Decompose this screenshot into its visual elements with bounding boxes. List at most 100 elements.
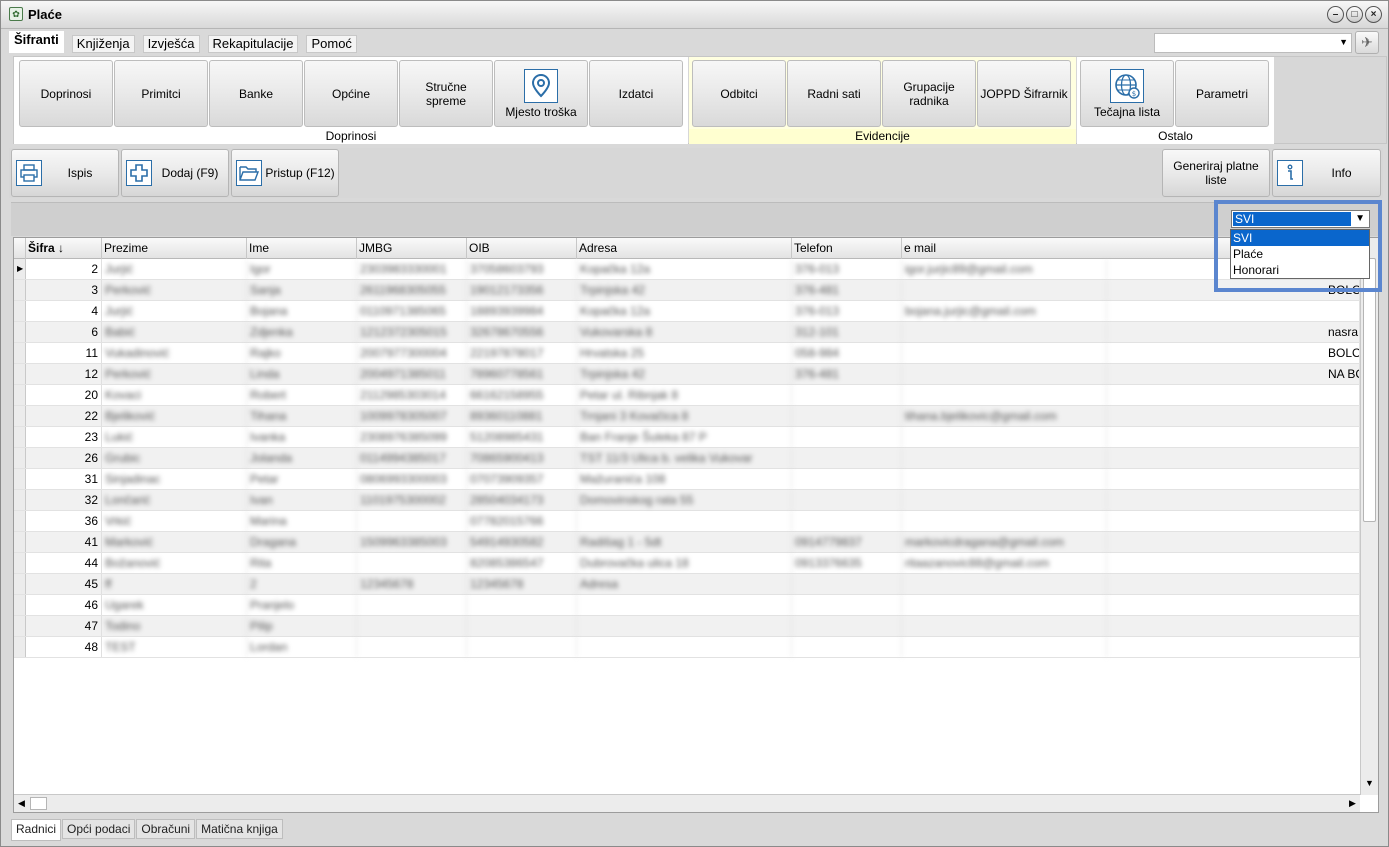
cell-telefon[interactable]: 312-101 (792, 322, 902, 342)
cell-telefon[interactable] (792, 427, 902, 447)
cell-email[interactable] (902, 574, 1107, 594)
row-indicator[interactable] (14, 385, 26, 405)
cell-telefon[interactable]: 376-481 (792, 280, 902, 300)
row-indicator[interactable] (14, 595, 26, 615)
row-indicator[interactable] (14, 280, 26, 300)
cell-telefon[interactable]: 376-013 (792, 301, 902, 321)
table-row[interactable]: 12 Perković Linda 2004971385011 78960778561 T… (14, 364, 1360, 385)
cell-telefon[interactable] (792, 385, 902, 405)
cell-oib[interactable]: 07073909357 (467, 469, 577, 489)
table-row[interactable]: 32 Lončarić Ivan 1101975300002 28504034173 Do… (14, 490, 1360, 511)
row-indicator[interactable]: ▶ (14, 259, 26, 279)
cell-prezime[interactable]: Božanović (102, 553, 247, 573)
row-indicator[interactable] (14, 427, 26, 447)
cell-ime[interactable]: Marina (247, 511, 357, 531)
cell-sifra[interactable]: 12 (26, 364, 102, 384)
cell-prezime[interactable]: Vukadinović (102, 343, 247, 363)
scroll-down-icon[interactable]: ▼ (1361, 778, 1378, 793)
cell-oib[interactable]: 51208985431 (467, 427, 577, 447)
column-header-prezime[interactable]: Prezime (102, 238, 247, 259)
cell-email[interactable] (902, 280, 1107, 300)
cell-adresa[interactable] (577, 637, 792, 657)
cell-email[interactable] (902, 343, 1107, 363)
row-indicator[interactable] (14, 406, 26, 426)
cell-ime[interactable]: Pilip (247, 616, 357, 636)
cell-telefon[interactable]: 376-481 (792, 364, 902, 384)
izdatci-button[interactable]: Izdatci (589, 60, 683, 127)
cell-note[interactable]: nasra (1325, 322, 1360, 342)
cell-note[interactable] (1325, 301, 1360, 321)
joppd-sifrarnik-button[interactable]: JOPPD Šifrarnik (977, 60, 1071, 127)
cell-email[interactable]: igor.jurjic89@gmail.com (902, 259, 1107, 279)
cell-ime[interactable]: Zdjenka (247, 322, 357, 342)
row-indicator[interactable] (14, 364, 26, 384)
parametri-button[interactable]: Parametri (1175, 60, 1269, 127)
cell-oib[interactable]: 78960778561 (467, 364, 577, 384)
row-indicator[interactable] (14, 343, 26, 363)
column-header-oib[interactable]: OIB (467, 238, 577, 259)
cell-prezime[interactable]: Bjeliković (102, 406, 247, 426)
cell-email[interactable]: tihana.bjelikovic@gmail.com (902, 406, 1107, 426)
cell-telefon[interactable] (792, 616, 902, 636)
cell-note[interactable]: NA BC (1325, 364, 1360, 384)
cell-email[interactable] (902, 490, 1107, 510)
cell-email[interactable] (902, 385, 1107, 405)
close-button[interactable]: × (1365, 6, 1382, 23)
cell-sifra[interactable]: 47 (26, 616, 102, 636)
cell-jmbg[interactable]: 12345678 (357, 574, 467, 594)
cell-jmbg[interactable]: 0114994385017 (357, 448, 467, 468)
cell-prezime[interactable]: Lončarić (102, 490, 247, 510)
cell-ime[interactable]: Ivan (247, 490, 357, 510)
cell-sifra[interactable]: 44 (26, 553, 102, 573)
employees-grid[interactable]: Šifra ↓ Prezime Ime JMBG OIB Adresa Tele… (13, 237, 1379, 813)
cell-note[interactable] (1325, 469, 1360, 489)
cell-ime[interactable]: Ivanka (247, 427, 357, 447)
cell-jmbg[interactable] (357, 553, 467, 573)
cell-prezime[interactable]: Marković (102, 532, 247, 552)
option-svi[interactable]: SVI (1231, 230, 1369, 246)
cell-jmbg[interactable]: 2112985303014 (357, 385, 467, 405)
cell-adresa[interactable]: Adresa (577, 574, 792, 594)
table-row[interactable]: 46 Ugarek Pranjelo (14, 595, 1360, 616)
cell-ime[interactable]: Tihana (247, 406, 357, 426)
strucne-spreme-button[interactable]: Stručne spreme (399, 60, 493, 127)
cell-email[interactable]: bojana.jurjic@gmail.com (902, 301, 1107, 321)
cell-jmbg[interactable]: 2007977300004 (357, 343, 467, 363)
add-button[interactable]: Dodaj (F9) (121, 149, 229, 197)
row-indicator[interactable] (14, 616, 26, 636)
tab-rekapitulacije[interactable]: Rekapitulacije (207, 35, 299, 53)
cell-ime[interactable]: Petar (247, 469, 357, 489)
cell-ime[interactable]: Lordan (247, 637, 357, 657)
cell-adresa[interactable]: Hrvatska 25 (577, 343, 792, 363)
cell-note[interactable] (1325, 616, 1360, 636)
cell-oib[interactable] (467, 595, 577, 615)
table-row[interactable]: 47 Todino Pilip (14, 616, 1360, 637)
cell-adresa[interactable]: Kopačka 12a (577, 259, 792, 279)
cell-email[interactable] (902, 511, 1107, 531)
cell-prezime[interactable]: Perković (102, 364, 247, 384)
cell-jmbg[interactable]: 2004971385011 (357, 364, 467, 384)
table-row[interactable]: 44 Božanović Rita 82085386547 Dubrovačka uli… (14, 553, 1360, 574)
cell-sifra[interactable]: 48 (26, 637, 102, 657)
mjesto-troska-button[interactable]: Mjesto troška (494, 60, 588, 127)
cell-note[interactable] (1325, 385, 1360, 405)
table-row[interactable]: 4 Jurjić Bojana 0110971385065 18893939984 Kop… (14, 301, 1360, 322)
cell-email[interactable] (902, 322, 1107, 342)
cell-oib[interactable] (467, 616, 577, 636)
scrollbar-thumb[interactable] (1363, 258, 1376, 522)
row-indicator[interactable] (14, 322, 26, 342)
cell-ime[interactable]: Sanja (247, 280, 357, 300)
cell-oib[interactable]: 89360110881 (467, 406, 577, 426)
vertical-scrollbar[interactable]: ▼ (1360, 238, 1378, 795)
option-place[interactable]: Plaće (1231, 246, 1369, 262)
cell-jmbg[interactable]: 1101975300002 (357, 490, 467, 510)
cell-prezime[interactable]: TEST (102, 637, 247, 657)
quick-search-combo[interactable]: ▼ (1154, 33, 1352, 53)
cell-jmbg[interactable] (357, 616, 467, 636)
cell-telefon[interactable] (792, 490, 902, 510)
cell-jmbg[interactable]: 2303983330001 (357, 259, 467, 279)
cell-oib[interactable]: 07782015766 (467, 511, 577, 531)
cell-adresa[interactable]: Kopačka 12a (577, 301, 792, 321)
cell-oib[interactable]: 66162158955 (467, 385, 577, 405)
cell-sifra[interactable]: 36 (26, 511, 102, 531)
